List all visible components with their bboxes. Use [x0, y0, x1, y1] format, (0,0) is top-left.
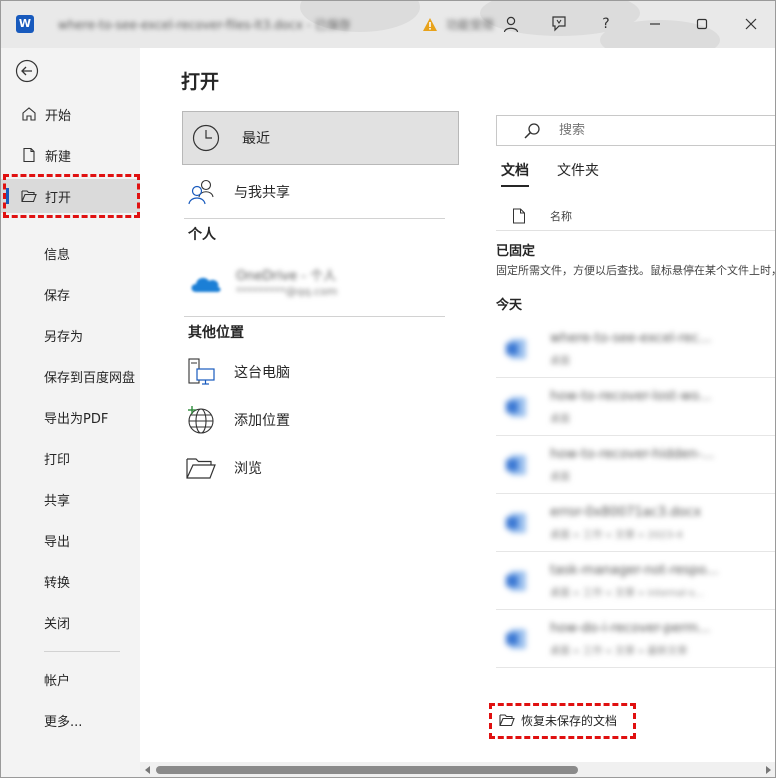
search-input[interactable] [559, 123, 739, 138]
file-list-item[interactable]: error-0x80071ac3.docx 桌面 » 工作 » 文章 » 202… [496, 494, 776, 552]
document-title: where-to-see-excel-recover-files-lt3.doc… [58, 18, 351, 32]
word-file-icon [506, 455, 526, 475]
clock-icon [192, 124, 220, 152]
tab-documents[interactable]: 文档 [501, 160, 529, 187]
new-document-icon [21, 147, 37, 163]
word-file-icon [506, 629, 526, 649]
location-label: 添加位置 [234, 413, 290, 429]
file-name: where-to-see-excel-rec... [550, 331, 712, 346]
section-heading-personal: 个人 [188, 227, 216, 243]
section-heading-other: 其他位置 [188, 325, 244, 341]
word-logo-icon: W [16, 15, 34, 33]
file-list-item[interactable]: where-to-see-excel-rec... 桌面 [496, 320, 776, 378]
nav-item-new[interactable]: 新建 [0, 138, 140, 172]
browse-folder-icon [184, 452, 218, 484]
nav-item-label: 新建 [45, 149, 72, 165]
location-label: 浏览 [234, 461, 262, 477]
nav-item-convert[interactable]: 转换 [0, 564, 140, 598]
comments-icon[interactable] [547, 12, 571, 36]
word-file-icon [506, 339, 526, 359]
word-file-icon [506, 397, 526, 417]
backstage-nav: 开始 新建 打开 信息 保存 另存为 保存到百度网盘 导出为PDF 打印 共享 … [0, 48, 140, 778]
search-icon [524, 122, 540, 139]
file-list-header[interactable]: 名称 [496, 201, 776, 231]
nav-item-more[interactable]: 更多... [0, 703, 140, 737]
location-label: 与我共享 [234, 185, 290, 201]
tab-folders[interactable]: 文件夹 [557, 160, 599, 180]
file-path: 桌面 [550, 356, 570, 367]
maximize-icon[interactable] [690, 12, 714, 36]
page-title: 打开 [181, 71, 220, 93]
nav-item-label: 开始 [45, 108, 72, 124]
back-arrow-icon[interactable] [15, 59, 39, 83]
help-icon[interactable]: ? [594, 12, 618, 36]
nav-item-close[interactable]: 关闭 [0, 605, 140, 639]
close-icon[interactable] [739, 12, 763, 36]
location-label: 最近 [242, 131, 270, 147]
onedrive-account-name: OneDrive - 个人 [236, 269, 337, 284]
today-heading: 今天 [496, 298, 523, 313]
location-shared-with-me[interactable]: 与我共享 [184, 172, 446, 212]
onedrive-account-email: *********@qq.com [236, 285, 338, 298]
scrollbar-thumb[interactable] [156, 766, 578, 774]
title-bar: W where-to-see-excel-recover-files-lt3.d… [0, 0, 776, 48]
location-this-pc[interactable]: 这台电脑 [184, 352, 446, 392]
horizontal-scrollbar[interactable] [140, 762, 776, 778]
nav-item-save-to-baidu[interactable]: 保存到百度网盘 [0, 359, 140, 393]
pinned-description: 固定所需文件，方便以后查找。鼠标悬停在某个文件上时，单击显示的图钉图标。 [496, 264, 776, 277]
scroll-left-icon[interactable] [143, 765, 153, 775]
file-name: how-do-i-recover-perm... [550, 621, 711, 636]
nav-item-home[interactable]: 开始 [0, 97, 140, 131]
file-name: how-to-recover-hidden-... [550, 447, 715, 462]
minimize-icon[interactable] [643, 12, 667, 36]
nav-item-share[interactable]: 共享 [0, 482, 140, 516]
scroll-right-icon[interactable] [763, 765, 773, 775]
nav-item-info[interactable]: 信息 [0, 236, 140, 270]
divider [184, 316, 445, 317]
file-name: error-0x80071ac3.docx [550, 505, 702, 520]
nav-item-print[interactable]: 打印 [0, 441, 140, 475]
account-icon[interactable] [499, 12, 523, 36]
location-recent[interactable]: 最近 [182, 111, 459, 165]
file-list-item[interactable]: how-do-i-recover-perm... 桌面 » 工作 » 文章 » … [496, 610, 776, 668]
nav-item-save-as[interactable]: 另存为 [0, 318, 140, 352]
file-name: how-to-recover-lost-wo... [550, 389, 712, 404]
warning-icon[interactable] [422, 17, 438, 32]
nav-divider [44, 651, 120, 652]
add-place-globe-icon [184, 404, 218, 436]
column-name-header: 名称 [550, 209, 572, 223]
file-name: task-manager-not-respo... [550, 563, 719, 578]
divider [184, 218, 445, 219]
nav-item-save[interactable]: 保存 [0, 277, 140, 311]
location-onedrive[interactable]: OneDrive - 个人 *********@qq.com [188, 263, 428, 303]
word-file-icon [506, 571, 526, 591]
location-add-place[interactable]: 添加位置 [184, 400, 446, 440]
nav-item-export-pdf[interactable]: 导出为PDF [0, 400, 140, 434]
onedrive-cloud-icon [191, 277, 221, 292]
file-list-item[interactable]: task-manager-not-respo... 桌面 » 工作 » 文章 »… [496, 552, 776, 610]
file-list-item[interactable]: how-to-recover-hidden-... 桌面 [496, 436, 776, 494]
file-path: 桌面 » 工作 » 文章 » internal-s... [550, 588, 705, 599]
computer-icon [184, 356, 218, 388]
nav-item-export[interactable]: 导出 [0, 523, 140, 557]
file-path: 桌面 » 工作 » 文章 » 2023-4 [550, 530, 683, 541]
file-path: 桌面 » 工作 » 文章 » 最新文章 [550, 646, 688, 657]
highlight-recover-annotation [489, 703, 636, 739]
word-file-icon [506, 513, 526, 533]
nav-item-account[interactable]: 帐户 [0, 662, 140, 696]
location-browse[interactable]: 浏览 [184, 448, 446, 488]
highlight-open-annotation [3, 174, 140, 218]
file-path: 桌面 [550, 472, 570, 483]
file-type-icon [513, 208, 525, 223]
pinned-heading: 已固定 [496, 244, 536, 259]
shared-people-icon [184, 176, 218, 208]
file-path: 桌面 [550, 414, 570, 425]
open-pane: 打开 最近 与我共享 个人 OneDrive - 个人 *********@qq… [140, 48, 776, 762]
file-list-item[interactable]: how-to-recover-lost-wo... 桌面 [496, 378, 776, 436]
warning-text: 功能受限 [446, 18, 495, 32]
location-label: 这台电脑 [234, 365, 290, 381]
search-box[interactable] [496, 115, 776, 146]
home-icon [21, 106, 37, 122]
